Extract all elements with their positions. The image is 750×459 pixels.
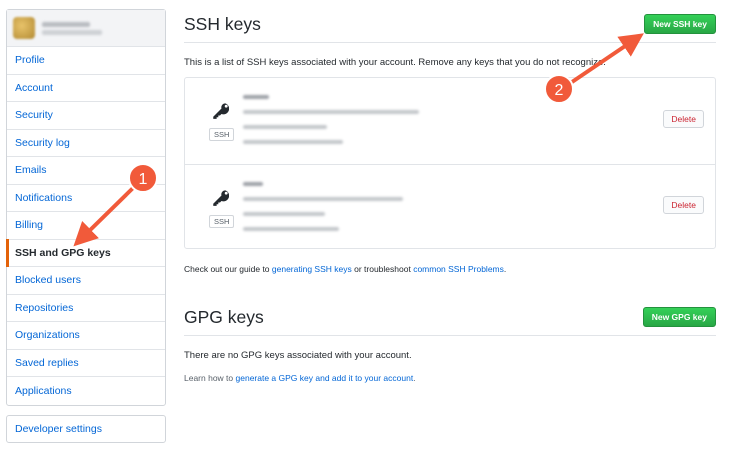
sidebar-item-ssh-gpg-keys[interactable]: SSH and GPG keys xyxy=(6,238,165,267)
new-ssh-key-button[interactable]: New SSH key xyxy=(644,14,716,34)
new-gpg-key-button[interactable]: New GPG key xyxy=(642,307,716,327)
sidebar-item-security[interactable]: Security xyxy=(7,102,165,130)
gpg-learn-text: Learn how to generate a GPG key and add … xyxy=(184,373,416,383)
ssh-keys-header: SSH keys New SSH key xyxy=(184,14,716,43)
ssh-type-label: SSH xyxy=(209,215,235,228)
sidebar-item-security-log[interactable]: Security log xyxy=(7,130,165,157)
delete-ssh-key-button[interactable]: Delete xyxy=(663,110,704,128)
sidebar-item-emails[interactable]: Emails xyxy=(7,157,165,185)
settings-sidebar: Profile Account Security Security log Em… xyxy=(6,9,166,406)
sidebar-item-applications[interactable]: Applications xyxy=(7,377,165,405)
sidebar-item-developer-settings[interactable]: Developer settings xyxy=(6,415,166,443)
redacted-key-details xyxy=(243,182,403,242)
sidebar-item-profile[interactable]: Profile xyxy=(7,47,165,75)
sidebar-item-blocked-users[interactable]: Blocked users xyxy=(7,267,165,295)
ssh-type-label: SSH xyxy=(209,128,235,141)
profile-header[interactable] xyxy=(7,10,165,47)
generate-gpg-key-link[interactable]: generate a GPG key and add it to your ac… xyxy=(236,373,414,383)
sidebar-item-saved-replies[interactable]: Saved replies xyxy=(7,350,165,377)
avatar xyxy=(13,17,35,39)
sidebar-item-account[interactable]: Account xyxy=(7,75,165,102)
ssh-guide-text: Check out our guide to generating SSH ke… xyxy=(184,264,507,274)
key-icon xyxy=(213,103,229,119)
no-gpg-keys-text: There are no GPG keys associated with yo… xyxy=(184,350,412,361)
generating-ssh-keys-link[interactable]: generating SSH keys xyxy=(272,264,352,274)
sidebar-item-notifications[interactable]: Notifications xyxy=(7,185,165,212)
key-icon xyxy=(213,190,229,206)
ssh-keys-list: SSH Delete SSH Delete xyxy=(184,77,716,249)
ssh-keys-intro: This is a list of SSH keys associated wi… xyxy=(184,57,606,68)
ssh-key-item: SSH Delete xyxy=(185,164,715,250)
gpg-keys-title: GPG keys xyxy=(184,307,264,327)
redacted-username xyxy=(42,21,102,35)
ssh-key-item: SSH Delete xyxy=(185,78,715,164)
sidebar-item-organizations[interactable]: Organizations xyxy=(7,322,165,350)
ssh-keys-title: SSH keys xyxy=(184,14,261,34)
delete-ssh-key-button[interactable]: Delete xyxy=(663,196,704,214)
sidebar-item-billing[interactable]: Billing xyxy=(7,212,165,240)
sidebar-item-repositories[interactable]: Repositories xyxy=(7,295,165,322)
common-ssh-problems-link[interactable]: common SSH Problems xyxy=(413,264,504,274)
redacted-key-details xyxy=(243,95,419,155)
gpg-keys-header: GPG keys New GPG key xyxy=(184,307,716,336)
